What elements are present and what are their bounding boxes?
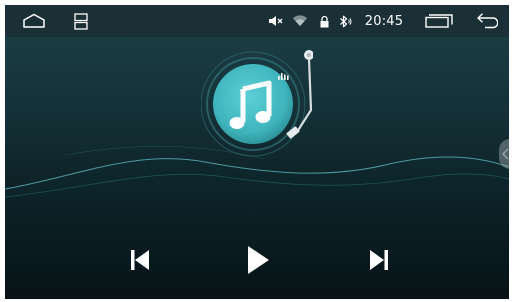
bluetooth-indicator xyxy=(338,5,352,37)
clock: 20:45 xyxy=(364,13,404,29)
back-button[interactable] xyxy=(475,5,499,37)
recent-apps-icon xyxy=(425,14,453,28)
volume-mute-indicator xyxy=(267,5,283,37)
next-track-button[interactable] xyxy=(364,245,394,275)
lock-indicator xyxy=(319,5,329,37)
wifi-indicator xyxy=(292,5,308,37)
play-icon xyxy=(248,246,269,274)
previous-track-button[interactable] xyxy=(125,245,155,275)
recent-apps-button[interactable] xyxy=(424,5,454,37)
album-art xyxy=(200,46,314,158)
split-screen-icon xyxy=(74,12,88,30)
music-player-screen: 20:45 xyxy=(5,5,509,299)
lock-icon xyxy=(320,15,328,27)
home-icon xyxy=(23,13,45,28)
volume-mute-icon xyxy=(268,16,282,26)
bluetooth-icon xyxy=(339,15,352,27)
back-arrow-icon xyxy=(477,13,498,29)
next-track-icon xyxy=(370,250,388,270)
wifi-icon xyxy=(292,15,308,26)
album-disc xyxy=(200,50,314,157)
status-bar: 20:45 xyxy=(5,5,509,37)
previous-track-icon xyxy=(131,250,149,270)
play-button[interactable] xyxy=(241,243,275,277)
home-button[interactable] xyxy=(21,5,47,37)
chevron-left-icon xyxy=(502,148,509,160)
split-screen-button[interactable] xyxy=(71,5,91,37)
side-panel-handle[interactable] xyxy=(499,139,509,169)
